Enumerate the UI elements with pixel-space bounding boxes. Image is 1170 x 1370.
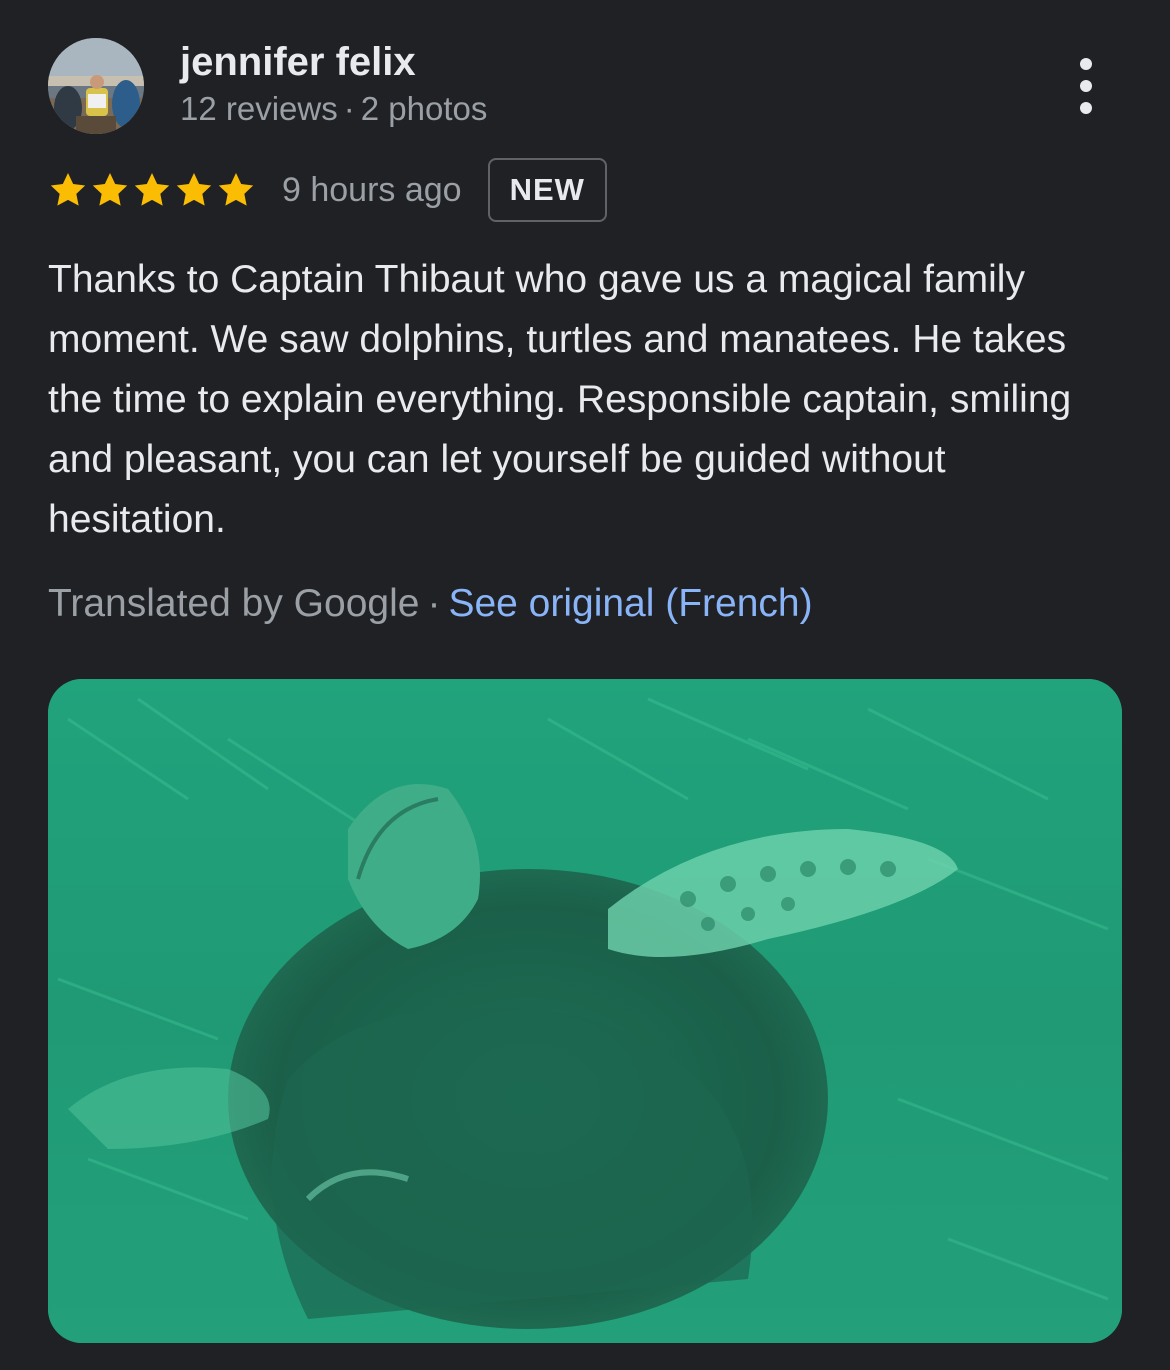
new-badge: NEW — [487, 158, 607, 222]
see-original-link[interactable]: See original (French) — [448, 582, 812, 625]
menu-dot — [1080, 102, 1092, 114]
translated-label: Translated by Google — [48, 582, 420, 625]
author-avatar[interactable] — [48, 38, 144, 134]
review-text: Thanks to Captain Thibaut who gave us a … — [48, 258, 1072, 541]
review-count: 12 reviews — [180, 90, 338, 127]
photo-count: 2 photos — [360, 90, 488, 127]
review-photo[interactable] — [48, 679, 1122, 1343]
rating-row: 9 hours ago NEW — [48, 158, 607, 222]
star-icon — [176, 173, 212, 206]
menu-dot — [1080, 80, 1092, 92]
star-icon — [50, 173, 86, 206]
turtle-photo — [48, 679, 1122, 1343]
star-rating — [48, 170, 256, 210]
menu-dot — [1080, 58, 1092, 70]
review-card: jennifer felix 12 reviews · 2 photos 9 hou… — [0, 0, 1170, 1370]
star-icon — [218, 173, 254, 206]
review-time: 9 hours ago — [282, 170, 462, 209]
star-icon — [92, 173, 128, 206]
star-icon — [134, 173, 170, 206]
more-vertical-icon[interactable] — [1064, 54, 1108, 118]
author-name[interactable]: jennifer felix — [180, 40, 416, 85]
separator: · — [343, 90, 355, 127]
author-stats: 12 reviews · 2 photos — [180, 90, 487, 128]
separator: · — [427, 582, 441, 625]
avatar-image — [48, 38, 144, 134]
translation-row: Translated by Google · See original (Frenc… — [48, 574, 813, 634]
